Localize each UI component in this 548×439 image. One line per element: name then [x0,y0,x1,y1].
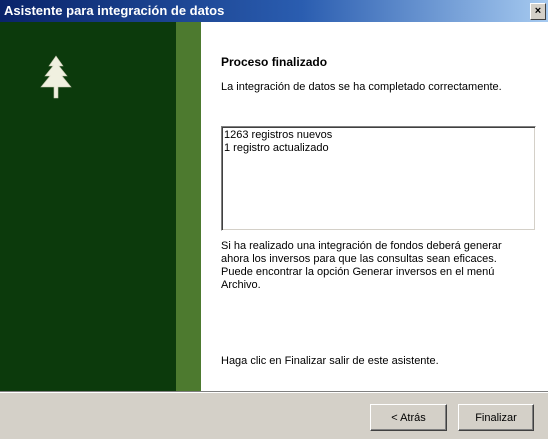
wizard-body: Proceso finalizado La integración de dat… [0,22,548,391]
finish-button[interactable]: Finalizar [458,404,534,431]
list-item: 1 registro actualizado [224,142,329,154]
list-item: 1263 registros nuevos [224,129,333,141]
wizard-banner [0,22,176,391]
wizard-banner-stripe [176,22,201,391]
results-list[interactable]: 1263 registros nuevos 1 registro actuali… [221,126,536,231]
close-button[interactable]: × [530,3,546,20]
page-title: Proceso finalizado [221,55,328,69]
tree-icon [40,55,72,99]
close-icon: × [534,5,542,17]
back-button[interactable]: < Atrás [370,404,447,431]
footer-divider [0,391,548,393]
finish-hint-text: Haga clic en Finalizar salir de este asi… [221,355,439,367]
title-bar[interactable]: Asistente para integración de datos × [0,0,548,22]
window-title: Asistente para integración de datos [4,3,225,18]
intro-text: La integración de datos se ha completado… [221,81,502,93]
inverse-note-text: Si ha realizado una integración de fondo… [221,240,502,291]
